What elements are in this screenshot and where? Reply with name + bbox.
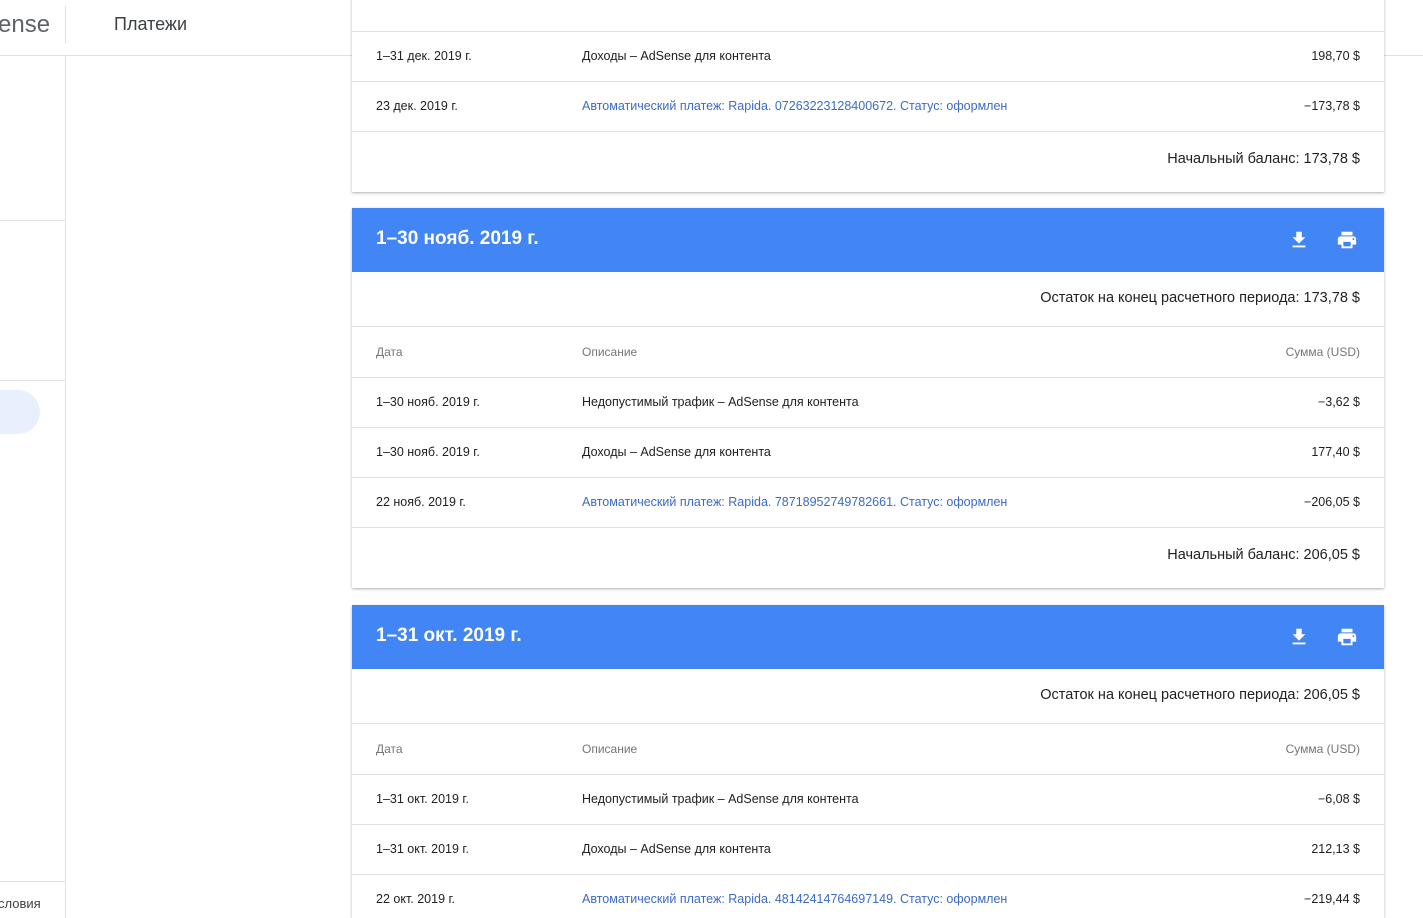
- row-description: Доходы – AdSense для контента: [582, 445, 771, 459]
- period-card-october: 1–31 окт. 2019 г. Остаток на конец расче…: [352, 605, 1384, 918]
- column-header-amount: Сумма (USD): [1285, 742, 1360, 756]
- table-header-row: Дата Описание Сумма (USD): [352, 724, 1384, 775]
- payment-link[interactable]: Автоматический платеж: Rapida. 481424147…: [582, 892, 1007, 906]
- table-row: 1–31 окт. 2019 г. Недопустимый трафик – …: [352, 775, 1384, 825]
- start-balance: Начальный баланс: 206,05 $: [1167, 547, 1360, 563]
- table-row: 22 нояб. 2019 г. Автоматический платеж: …: [352, 478, 1384, 528]
- payment-link[interactable]: Автоматический платеж: Rapida. 072632231…: [582, 99, 1007, 113]
- row-description: Доходы – AdSense для контента: [582, 842, 771, 856]
- card-header-hidden: [352, 0, 1384, 32]
- column-header-date: Дата: [376, 345, 403, 359]
- row-date: 1–31 окт. 2019 г.: [376, 792, 469, 806]
- row-date: 1–30 нояб. 2019 г.: [376, 445, 480, 459]
- row-date: 23 дек. 2019 г.: [376, 99, 458, 113]
- row-date: 22 окт. 2019 г.: [376, 892, 456, 906]
- row-amount: 177,40 $: [1311, 445, 1360, 459]
- sidebar-terms-link[interactable]: словия: [0, 896, 41, 911]
- sidebar-item-payments-active[interactable]: [0, 390, 40, 434]
- column-header-amount: Сумма (USD): [1285, 345, 1360, 359]
- table-row: 1–30 нояб. 2019 г. Доходы – AdSense для …: [352, 428, 1384, 478]
- card-header: 1–30 нояб. 2019 г.: [352, 208, 1384, 272]
- print-icon[interactable]: [1336, 229, 1358, 251]
- row-date: 1–30 нояб. 2019 г.: [376, 395, 480, 409]
- logo-divider: [65, 6, 66, 44]
- row-description: Доходы – AdSense для контента: [582, 49, 771, 63]
- row-description: Недопустимый трафик – AdSense для контен…: [582, 792, 859, 806]
- table-header-row: Дата Описание Сумма (USD): [352, 327, 1384, 378]
- end-balance: Остаток на конец расчетного периода: 173…: [1040, 290, 1360, 306]
- row-date: 1–31 окт. 2019 г.: [376, 842, 469, 856]
- row-amount: 198,70 $: [1311, 49, 1360, 63]
- row-date: 22 нояб. 2019 г.: [376, 495, 466, 509]
- table-row: 1–31 дек. 2019 г. Доходы – AdSense для к…: [352, 32, 1384, 82]
- card-header: 1–31 окт. 2019 г.: [352, 605, 1384, 669]
- sidebar-divider: [0, 881, 65, 882]
- sidebar-divider: [0, 220, 65, 221]
- page-title: Платежи: [114, 14, 188, 34]
- row-amount: −173,78 $: [1304, 99, 1360, 113]
- start-balance: Начальный баланс: 173,78 $: [1167, 151, 1360, 167]
- download-icon[interactable]: [1288, 626, 1310, 648]
- period-title: 1–30 нояб. 2019 г.: [376, 228, 539, 249]
- sidebar-divider: [0, 380, 65, 381]
- row-date: 1–31 дек. 2019 г.: [376, 49, 472, 63]
- row-amount: 212,13 $: [1311, 842, 1360, 856]
- row-amount: −206,05 $: [1304, 495, 1360, 509]
- column-header-description: Описание: [582, 742, 638, 756]
- start-balance-row: Начальный баланс: 173,78 $: [352, 132, 1384, 192]
- sidebar: словия: [0, 56, 66, 918]
- row-amount: −6,08 $: [1317, 792, 1360, 806]
- table-row: 22 окт. 2019 г. Автоматический платеж: R…: [352, 875, 1384, 918]
- column-header-description: Описание: [582, 345, 638, 359]
- table-row: 1–30 нояб. 2019 г. Недопустимый трафик –…: [352, 378, 1384, 428]
- row-amount: −3,62 $: [1317, 395, 1360, 409]
- period-title: 1–31 окт. 2019 г.: [376, 625, 522, 646]
- print-icon[interactable]: [1336, 626, 1358, 648]
- product-logo[interactable]: ense: [0, 11, 50, 39]
- period-card-november: 1–30 нояб. 2019 г. Остаток на конец расч…: [352, 208, 1384, 588]
- column-header-date: Дата: [376, 742, 403, 756]
- row-description: Недопустимый трафик – AdSense для контен…: [582, 395, 859, 409]
- end-balance-row: Остаток на конец расчетного периода: 173…: [352, 272, 1384, 327]
- end-balance: Остаток на конец расчетного периода: 206…: [1040, 687, 1360, 703]
- period-card-december: 1–31 дек. 2019 г. Доходы – AdSense для к…: [352, 0, 1384, 192]
- table-row: 1–31 окт. 2019 г. Доходы – AdSense для к…: [352, 825, 1384, 875]
- table-row: 23 дек. 2019 г. Автоматический платеж: R…: [352, 82, 1384, 132]
- download-icon[interactable]: [1288, 229, 1310, 251]
- start-balance-row: Начальный баланс: 206,05 $: [352, 528, 1384, 588]
- payment-link[interactable]: Автоматический платеж: Rapida. 787189527…: [582, 495, 1007, 509]
- end-balance-row: Остаток на конец расчетного периода: 206…: [352, 669, 1384, 724]
- row-amount: −219,44 $: [1304, 892, 1360, 906]
